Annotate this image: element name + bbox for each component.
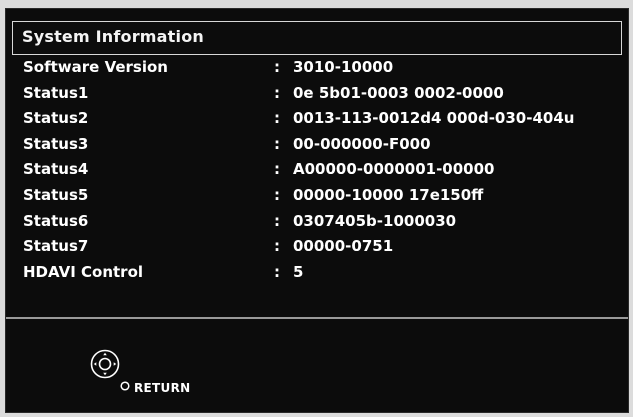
return-label: RETURN [134,381,191,395]
info-label: Status4 [23,160,89,179]
panel-title: System Information [22,27,204,46]
info-separator: : [274,262,280,281]
info-label: Software Version [23,58,168,76]
info-label: Status1 [23,83,89,102]
info-value: 3010-10000 [293,58,394,76]
dpad-ok-icon [90,349,120,379]
info-separator: : [274,160,280,179]
info-row-status2: Status2 : 0013-113-0012d4 000d-030-404u [6,109,630,135]
info-row-status1: Status1 : 0e 5b01-0003 0002-0000 [6,84,630,110]
info-row-status7: Status7 : 00000-0751 [6,237,630,263]
info-value: 0013-113-0012d4 000d-030-404u [293,109,575,128]
info-value: 5 [293,262,304,281]
info-value: 00-000000-F000 [293,134,431,153]
info-value: 00000-0751 [293,237,394,256]
info-separator: : [274,237,280,256]
info-separator: : [274,134,280,153]
info-label: Status2 [23,109,89,128]
info-label: Status6 [23,211,89,230]
info-value: 00000-10000 17e150ff [293,185,484,204]
info-value: A00000-0000001-00000 [293,160,495,179]
info-row-status3: Status3 : 00-000000-F000 [6,135,630,161]
info-value: 0e 5b01-0003 0002-0000 [293,83,504,102]
footer-help-bar: RETURN [6,319,628,413]
info-row-hdavi-control: HDAVI Control : 5 [6,263,630,289]
return-button-icon [120,381,130,391]
info-label: Status7 [23,237,89,256]
info-row-status6: Status6 : 0307405b-1000030 [6,212,630,238]
info-separator: : [274,185,280,204]
info-separator: : [274,211,280,230]
tv-screen: System Information Software Version : 30… [0,0,633,417]
info-label: HDAVI Control [23,262,144,281]
info-row-status4: Status4 : A00000-0000001-00000 [6,160,630,186]
info-value: 0307405b-1000030 [293,211,457,230]
info-label: Status3 [23,134,89,153]
info-row-software-version: Software Version : 3010-10000 [6,58,630,84]
info-separator: : [274,83,280,102]
info-separator: : [274,109,280,128]
system-information-panel: System Information Software Version : 30… [5,8,629,413]
info-label: Status5 [23,185,89,204]
info-list: Software Version : 3010-10000 Status1 : … [6,58,630,288]
info-separator: : [274,58,280,76]
info-row-status5: Status5 : 00000-10000 17e150ff [6,186,630,212]
